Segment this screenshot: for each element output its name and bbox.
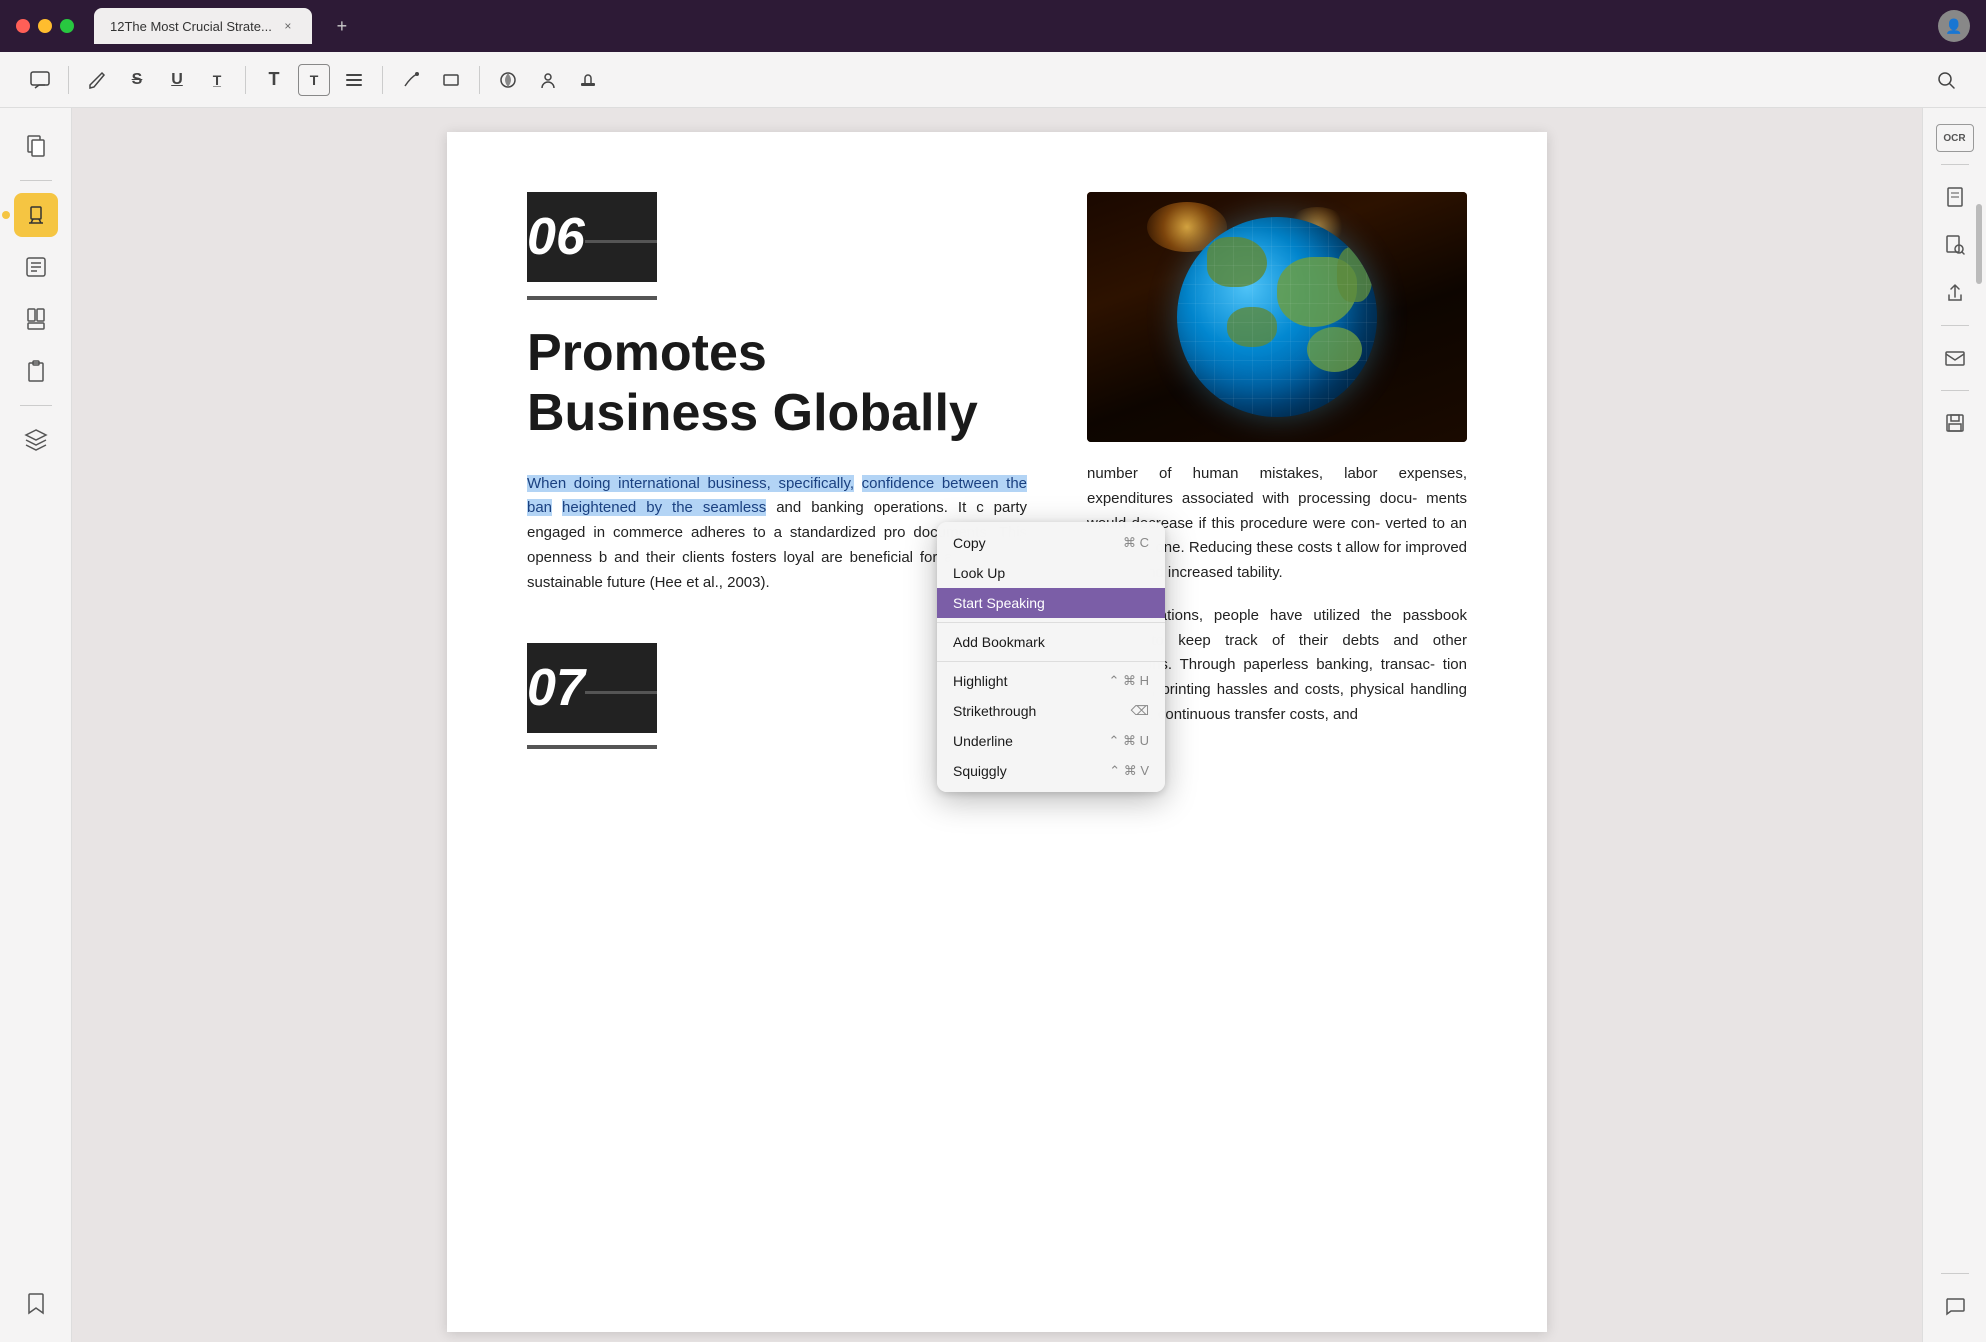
pencil-icon[interactable]	[81, 64, 113, 96]
separator-1	[68, 66, 69, 94]
tab-close-button[interactable]: ×	[280, 18, 296, 34]
right-sidebar: OCR	[1922, 108, 1986, 1342]
minimize-button[interactable]	[38, 19, 52, 33]
sidebar-item-highlight[interactable]	[14, 193, 58, 237]
sidebar-sep-1	[20, 180, 52, 181]
sidebar-item-bookmarks[interactable]	[14, 297, 58, 341]
context-menu-lookup[interactable]: Look Up	[937, 558, 1165, 588]
share-icon[interactable]	[1935, 273, 1975, 313]
highlighted-text-1: When doing international business, speci…	[527, 475, 854, 492]
globe-image	[1087, 192, 1467, 442]
section-number-underline	[527, 296, 657, 300]
avatar[interactable]: 👤	[1938, 10, 1970, 42]
traffic-lights	[16, 19, 74, 33]
section-2-number: 07	[527, 658, 585, 718]
document-area[interactable]: 06 Promotes Business Globally When doing…	[72, 108, 1922, 1342]
context-menu-strikethrough[interactable]: Strikethrough ⌫	[937, 696, 1165, 726]
separator-3	[382, 66, 383, 94]
color-picker-icon[interactable]	[492, 64, 524, 96]
sidebar-item-bookmark[interactable]	[14, 1282, 58, 1326]
active-indicator	[2, 211, 10, 219]
context-menu-squiggly[interactable]: Squiggly ⌃ ⌘ V	[937, 756, 1165, 786]
search-doc-icon[interactable]	[1935, 225, 1975, 265]
save-icon[interactable]	[1935, 403, 1975, 443]
section-2-number-box: 07	[527, 643, 657, 733]
right-sep-3	[1941, 390, 1969, 391]
scrollbar-thumb[interactable]	[1976, 204, 1982, 284]
stamp-icon[interactable]	[572, 64, 604, 96]
globe-visual	[1177, 217, 1377, 417]
context-menu-start-speaking[interactable]: Start Speaking	[937, 588, 1165, 618]
toolbar: S U T̲ T T	[0, 52, 1986, 108]
chat-icon[interactable]	[1935, 1286, 1975, 1326]
context-menu-separator-2	[937, 661, 1165, 662]
sidebar-item-layers[interactable]	[14, 418, 58, 462]
highlighted-text-3: heightened by the seamless	[562, 499, 766, 516]
scrollbar-track[interactable]	[1976, 200, 1982, 1142]
context-menu: Copy ⌘ C Look Up Start Speaking Add Book…	[937, 522, 1165, 792]
document-page: 06 Promotes Business Globally When doing…	[447, 132, 1547, 1332]
sidebar-sep-2	[20, 405, 52, 406]
rectangle-icon[interactable]	[435, 64, 467, 96]
new-tab-button[interactable]: +	[328, 12, 356, 40]
right-sep-2	[1941, 325, 1969, 326]
main-area: 06 Promotes Business Globally When doing…	[0, 108, 1986, 1342]
context-menu-separator-1	[937, 622, 1165, 623]
text-box-icon[interactable]: T	[298, 64, 330, 96]
underline-icon[interactable]: U	[161, 64, 193, 96]
section-number-box: 06	[527, 192, 657, 282]
text-icon[interactable]: T	[258, 64, 290, 96]
mail-icon[interactable]	[1935, 338, 1975, 378]
pen-draw-icon[interactable]	[395, 64, 427, 96]
left-sidebar	[0, 108, 72, 1342]
section-title: Promotes Business Globally	[527, 324, 1027, 444]
close-button[interactable]	[16, 19, 30, 33]
underline-alt-icon[interactable]: T̲	[201, 64, 233, 96]
tab-title: 12The Most Crucial Strate...	[110, 19, 272, 34]
strikethrough-icon[interactable]: S	[121, 64, 153, 96]
section-number-container: 06	[527, 192, 1027, 324]
maximize-button[interactable]	[60, 19, 74, 33]
titlebar: 12The Most Crucial Strate... × + 👤	[0, 0, 1986, 52]
context-menu-highlight[interactable]: Highlight ⌃ ⌘ H	[937, 666, 1165, 696]
sidebar-item-clipboard[interactable]	[14, 349, 58, 393]
page-icon[interactable]	[1935, 177, 1975, 217]
section-2-underline	[527, 745, 657, 749]
right-sep-1	[1941, 164, 1969, 165]
context-menu-copy[interactable]: Copy ⌘ C	[937, 528, 1165, 558]
separator-4	[479, 66, 480, 94]
context-menu-add-bookmark[interactable]: Add Bookmark	[937, 627, 1165, 657]
sidebar-item-pages[interactable]	[14, 124, 58, 168]
context-menu-underline[interactable]: Underline ⌃ ⌘ U	[937, 726, 1165, 756]
active-tab[interactable]: 12The Most Crucial Strate... ×	[94, 8, 312, 44]
comment-icon[interactable]	[24, 64, 56, 96]
sidebar-item-notes[interactable]	[14, 245, 58, 289]
section-number: 06	[527, 207, 585, 267]
search-icon[interactable]	[1930, 64, 1962, 96]
list-icon[interactable]	[338, 64, 370, 96]
user-icon[interactable]	[532, 64, 564, 96]
right-sep-4	[1941, 1273, 1969, 1274]
ocr-button[interactable]: OCR	[1936, 124, 1974, 152]
separator-2	[245, 66, 246, 94]
